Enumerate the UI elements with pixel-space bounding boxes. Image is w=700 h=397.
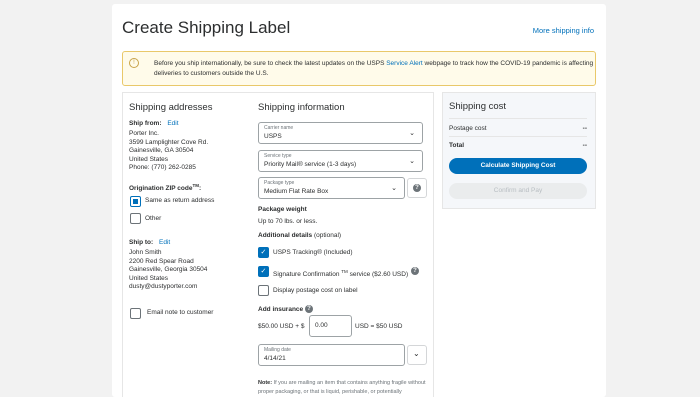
ship-from-label: Ship from: bbox=[129, 120, 162, 127]
shipping-form-card: Shipping addresses Ship from: Edit Porte… bbox=[122, 92, 434, 397]
package-weight-label: Package weight bbox=[258, 206, 307, 213]
package-type-select[interactable]: Package type Medium Flat Rate Box ⌄ bbox=[258, 177, 405, 199]
ship-from-address: Porter Inc. 3599 Lamplighter Cove Rd. Ga… bbox=[129, 130, 209, 171]
ship-from-edit-link[interactable]: Edit bbox=[167, 120, 178, 127]
ship-to-address: John Smith 2200 Red Spear Road Gainesvil… bbox=[129, 249, 208, 290]
tracking-checkbox[interactable] bbox=[258, 247, 269, 258]
divider bbox=[449, 136, 587, 137]
divider bbox=[449, 118, 587, 119]
total-label: Total bbox=[449, 142, 465, 149]
more-shipping-info-link[interactable]: More shipping info bbox=[533, 26, 594, 35]
shipping-label-page: Create Shipping Label More shipping info… bbox=[112, 4, 606, 397]
service-type-select[interactable]: Service type Priority Mail® service (1-3… bbox=[258, 150, 423, 172]
shipping-info-heading: Shipping information bbox=[258, 102, 345, 113]
fragile-note: Note: If you are mailing an item that co… bbox=[258, 380, 426, 395]
insurance-help-icon[interactable]: ? bbox=[305, 305, 313, 313]
signature-checkbox[interactable] bbox=[258, 266, 269, 277]
service-alert-link[interactable]: Service Alert bbox=[386, 60, 423, 67]
display-postage-checkbox[interactable] bbox=[258, 285, 269, 296]
tracking-label: USPS Tracking® (Included) bbox=[273, 249, 353, 256]
signature-label: Signature Confirmation TM service ($2.60… bbox=[273, 269, 409, 279]
add-insurance-label: Add insurance bbox=[258, 306, 304, 313]
other-zip-label: Other bbox=[145, 215, 162, 222]
alert-text: Before you ship internationally, be sure… bbox=[154, 60, 594, 77]
chevron-down-icon: ⌄ bbox=[391, 185, 397, 192]
total-value: -- bbox=[582, 142, 587, 149]
chevron-down-icon: ⌄ bbox=[409, 158, 415, 165]
package-help-button[interactable]: ? bbox=[407, 178, 427, 198]
chevron-down-icon: ⌄ bbox=[409, 130, 415, 137]
package-weight-value: Up to 70 lbs. or less. bbox=[258, 218, 318, 225]
same-as-return-label: Same as return address bbox=[145, 197, 215, 204]
calculate-shipping-cost-button[interactable]: Calculate Shipping Cost bbox=[449, 158, 587, 174]
insurance-amount-input[interactable]: 0.00 bbox=[309, 315, 352, 337]
shipping-addresses-heading: Shipping addresses bbox=[129, 102, 213, 113]
origin-zip-label: Origination ZIP codeTM: bbox=[129, 183, 202, 193]
help-icon: ? bbox=[413, 184, 421, 192]
insurance-total: USD = $50 USD bbox=[355, 323, 403, 330]
signature-help-icon[interactable]: ? bbox=[411, 267, 419, 275]
additional-details-label: Additional details (optional) bbox=[258, 232, 342, 239]
shipping-cost-panel: Shipping cost Postage cost -- Total -- C… bbox=[442, 92, 596, 209]
same-as-return-radio[interactable] bbox=[130, 196, 141, 207]
other-zip-checkbox[interactable] bbox=[130, 213, 141, 224]
ship-to-label: Ship to: bbox=[129, 239, 154, 246]
mailing-date-button[interactable]: ⌄ bbox=[407, 345, 427, 365]
email-note-label: Email note to customer bbox=[147, 309, 214, 316]
page-title: Create Shipping Label bbox=[122, 18, 291, 37]
shipping-cost-heading: Shipping cost bbox=[449, 101, 507, 112]
email-note-checkbox[interactable] bbox=[130, 308, 141, 319]
mailing-date-select[interactable]: Mailing date 4/14/21 bbox=[258, 344, 405, 366]
insurance-prefix: $50.00 USD + $ bbox=[258, 323, 305, 330]
carrier-select[interactable]: Carrier name USPS ⌄ bbox=[258, 122, 423, 144]
confirm-and-pay-button[interactable]: Confirm and Pay bbox=[449, 183, 587, 199]
postage-cost-label: Postage cost bbox=[449, 125, 487, 132]
display-postage-label: Display postage cost on label bbox=[273, 287, 358, 294]
postage-cost-value: -- bbox=[582, 125, 587, 132]
ship-to-edit-link[interactable]: Edit bbox=[159, 239, 170, 246]
chevron-down-icon: ⌄ bbox=[413, 349, 420, 358]
service-alert-banner: ! Before you ship internationally, be su… bbox=[122, 51, 596, 86]
info-icon: ! bbox=[129, 58, 139, 68]
